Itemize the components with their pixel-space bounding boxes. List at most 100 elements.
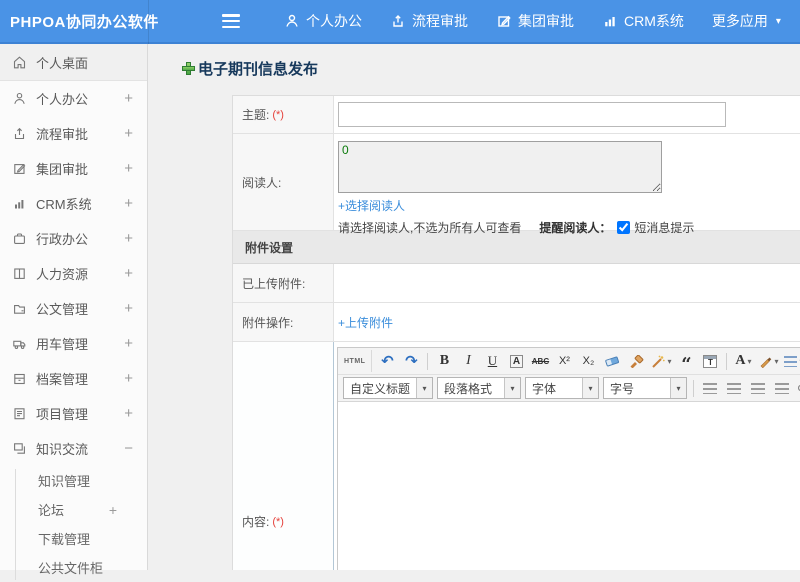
menu-icon[interactable] [222,14,240,28]
blockquote-button[interactable]: “ [675,350,697,374]
expand-icon[interactable]: + [124,160,133,177]
truck-icon [13,340,26,349]
nav-more-apps[interactable]: 更多应用 ▾ [712,11,781,31]
sidebar-item-public-cabinet[interactable]: 公共文件柜 [0,553,147,582]
paragraph-format-dropdown[interactable]: 段落格式 ▾ [437,377,522,399]
header-divider [148,0,149,44]
top-header: PHPOA协同办公软件 个人办公 流程审批 集团审批 CRM系统 更多应用 ▾ [0,0,800,44]
magic-wand-icon[interactable]: ▾ [649,350,673,372]
heading-dropdown[interactable]: 自定义标题 ▾ [343,377,434,399]
upload-attachment-link[interactable]: +上传附件 [338,314,393,331]
sidebar-item-group-approval[interactable]: 集团审批 + [0,151,147,186]
required-mark: (*) [272,108,284,121]
sidebar-item-archive-mgmt[interactable]: 档案管理 + [0,361,147,396]
format-brush-icon[interactable] [625,350,647,372]
nav-group-approval[interactable]: 集团审批 [496,11,574,31]
sidebar-item-personal-office[interactable]: 个人办公 + [0,81,147,116]
subject-row: 主题: (*) [233,96,800,134]
bar-chart-icon [605,17,615,27]
highlight-pen-icon[interactable]: ▾ [756,350,780,372]
content-row: 内容: (*) HTML ↶ ↷ B I U A ABC X² X₂ ▾ “ T… [233,342,800,570]
sidebar-item-project-mgmt[interactable]: 项目管理 + [0,396,147,431]
align-left-icon[interactable] [699,377,721,399]
sidebar-item-admin-office[interactable]: 行政办公 + [0,221,147,256]
font-color-button[interactable]: A ▾ [732,350,754,372]
bold-button[interactable]: B [433,350,455,372]
person-icon [286,14,298,27]
font-family-dropdown[interactable]: 字体 ▾ [525,377,600,399]
sidebar-item-forum[interactable]: 论坛 + [0,495,147,524]
expand-icon[interactable]: + [124,195,133,212]
expand-icon[interactable]: + [124,125,133,142]
main-content: 电子期刊信息发布 主题: (*) 阅读人: 0 +选择阅读人 请选择阅读人,不选… [148,44,800,570]
align-right-icon[interactable] [747,377,769,399]
nav-label: 流程审批 [412,13,468,29]
editor-toolbar-row1: HTML ↶ ↷ B I U A ABC X² X₂ ▾ “ T A ▾ ▾ [338,348,800,375]
sidebar-item-workflow-approval[interactable]: 流程审批 + [0,116,147,151]
expand-icon[interactable]: + [124,265,133,282]
expand-icon[interactable]: + [124,300,133,317]
insert-template-button[interactable]: T [699,350,721,372]
underline-button[interactable]: U [481,350,503,372]
insert-link-icon[interactable] [795,377,800,399]
required-mark: (*) [272,515,284,528]
font-style-button[interactable]: A [505,350,527,372]
workflow-icon [393,15,403,27]
sidebar-item-knowledge-mgmt[interactable]: 知识管理 [0,466,147,495]
nav-workflow-approval[interactable]: 流程审批 [390,11,468,31]
nav-label: 个人办公 [306,13,362,29]
nav-label: CRM系统 [624,13,684,29]
expand-icon[interactable]: + [124,405,133,422]
briefcase-icon [14,233,25,244]
page-title: 电子期刊信息发布 [198,61,319,78]
page-title-row: 电子期刊信息发布 [182,58,800,79]
superscript-button[interactable]: X² [553,350,575,372]
subject-label: 主题: (*) [233,96,334,133]
caret-down-icon: ▾ [774,356,779,366]
subject-input[interactable] [338,102,726,127]
uploaded-attachments-row: 已上传附件: [233,264,800,303]
caret-down-icon: ▾ [416,378,433,398]
nav-personal-office[interactable]: 个人办公 [284,11,362,31]
readers-hint: 请选择阅读人,不选为所有人可查看 [338,221,522,235]
nav-crm-system[interactable]: CRM系统 [602,11,684,31]
doc-list-icon [14,408,25,420]
strikethrough-button[interactable]: ABC [529,350,551,372]
expand-icon[interactable]: + [124,370,133,387]
align-center-icon[interactable] [723,377,745,399]
ordered-list-icon[interactable]: ▾ [782,350,800,372]
expand-icon[interactable]: + [109,502,117,518]
font-size-dropdown[interactable]: 字号 ▾ [603,377,688,399]
attachment-actions-label: 附件操作: [233,303,334,341]
sidebar-item-vehicle-mgmt[interactable]: 用车管理 + [0,326,147,361]
eraser-icon[interactable] [601,350,623,372]
editor-toolbar-row2: 自定义标题 ▾ 段落格式 ▾ 字体 ▾ 字号 ▾ [338,375,800,401]
expand-icon[interactable]: + [124,335,133,352]
italic-button[interactable]: I [457,350,479,372]
select-readers-link[interactable]: +选择阅读人 [338,197,405,214]
edit-icon [14,164,26,174]
redo-icon[interactable]: ↷ [400,350,422,372]
sms-remind-checkbox[interactable] [617,221,631,234]
editor-content-area[interactable] [338,401,800,570]
subscript-button[interactable]: X₂ [577,350,599,372]
remind-readers-label: 提醒阅读人： [539,221,612,235]
align-justify-icon[interactable] [771,377,793,399]
sidebar-item-download-mgmt[interactable]: 下载管理 [0,524,147,553]
undo-icon[interactable]: ↶ [376,350,398,372]
sidebar-item-crm-system[interactable]: CRM系统 + [0,186,147,221]
sidebar-item-personal-desktop[interactable]: 个人桌面 [0,44,147,81]
caret-down-icon: ▾ [667,356,672,366]
content-label: 内容: (*) [233,342,334,570]
html-source-button[interactable]: HTML [342,350,373,372]
uploaded-attachments-label: 已上传附件: [233,264,334,302]
collapse-icon[interactable]: − [124,440,133,457]
sidebar-item-document-mgmt[interactable]: 公文管理 + [0,291,147,326]
expand-icon[interactable]: + [124,90,133,107]
sidebar-item-human-resources[interactable]: 人力资源 + [0,256,147,291]
readers-textarea[interactable]: 0 [338,141,662,193]
folder-icon [14,305,25,314]
workflow-icon [14,127,25,140]
expand-icon[interactable]: + [124,230,133,247]
sidebar-item-knowledge-exchange[interactable]: 知识交流 − [0,431,147,466]
